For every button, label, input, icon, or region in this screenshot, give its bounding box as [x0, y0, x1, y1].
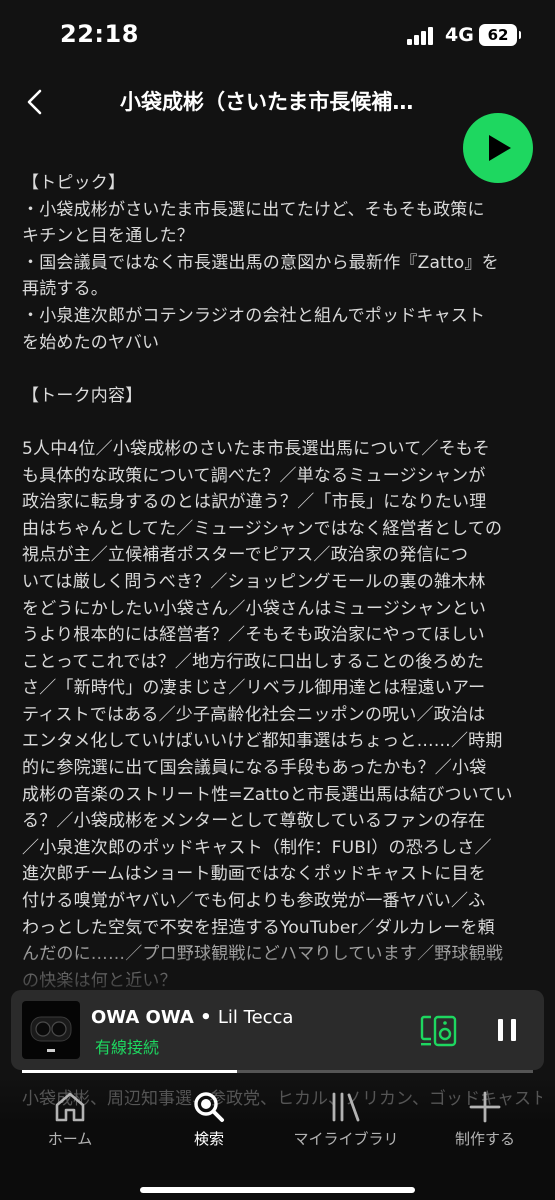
- description-line: いては厳しく問うべき？／ショッピングモールの裏の雑木林: [22, 571, 486, 592]
- nav-create-label: 制作する: [454, 1130, 515, 1148]
- back-button[interactable]: [22, 86, 52, 118]
- description-line: キチンと目を通した？: [22, 226, 194, 247]
- page-title: 小袋成彬（さいたま市長候補…: [120, 90, 414, 114]
- description-line: 由はちゃんとしてた／ミュージシャンではなく経営者としての: [22, 518, 503, 539]
- description-line: ティストではある／少子高齢化社会ニッポンの呪い／政治は: [22, 704, 486, 725]
- nav-library[interactable]: マイライブラリ: [288, 1090, 404, 1149]
- nav-create[interactable]: 制作する: [449, 1090, 521, 1149]
- pause-button[interactable]: [492, 1015, 522, 1045]
- description-line: を始めたのヤバい: [22, 332, 160, 353]
- home-icon: [55, 1092, 85, 1122]
- nav-search[interactable]: 検索: [177, 1090, 241, 1149]
- playback-progress-bar[interactable]: [22, 1070, 533, 1073]
- connect-device-icon[interactable]: [419, 1014, 459, 1048]
- description-line: 5人中4位／小袋成彬のさいたま市長選出馬について／そもそ: [22, 438, 490, 459]
- description-line: ・小泉進次郎がコテンラジオの会社と組んでポッドキャスト: [22, 305, 486, 326]
- cellular-signal-icon: [407, 27, 435, 45]
- mini-player[interactable]: OWA OWA • Lil Tecca 有線接続: [11, 990, 544, 1070]
- nav-search-label: 検索: [193, 1130, 224, 1148]
- description-line: 的に参院選に出て国会議員になる手段もあったかも？／小袋: [22, 758, 487, 779]
- search-icon: [194, 1092, 224, 1122]
- description-line: 再読する。: [22, 279, 108, 300]
- description-line: ／小泉進次郎のポッドキャスト（制作：FUBI）の恐ろしさ／: [22, 837, 492, 858]
- pause-icon-bar: [511, 1019, 516, 1041]
- play-icon: [489, 135, 511, 161]
- description-line: 【トピック】: [22, 173, 126, 193]
- description-line: をどうにかしたい小袋さん／小袋さんはミュージシャンとい: [22, 598, 487, 619]
- track-artist: Lil Tecca: [217, 1007, 294, 1028]
- track-name: OWA OWA: [91, 1007, 194, 1028]
- nav-library-label: マイライブラリ: [293, 1130, 399, 1148]
- track-separator: •: [193, 1007, 218, 1028]
- description-line: る？／小袋成彬をメンターとして尊敬しているファンの存在: [22, 811, 486, 832]
- description-line: [22, 409, 532, 436]
- chevron-left-icon: [27, 89, 42, 115]
- description-line: ・小袋成彬がさいたま市長選に出てたけど、そもそも政策に: [22, 199, 485, 220]
- description-line: うより根本的には経営者？／そもそも政治家にやってほしい: [22, 625, 485, 646]
- description-line: ことってこれでは？／地方行政に口出しすることの後ろめた: [22, 651, 485, 672]
- library-icon: [332, 1092, 360, 1122]
- description-line: 視点が主／立候補者ポスターでピアス／政治家の発信につ: [22, 545, 469, 566]
- nav-home[interactable]: ホーム: [38, 1090, 102, 1149]
- connection-label: 有線接続: [95, 1038, 160, 1057]
- playback-progress-fill: [22, 1070, 237, 1073]
- battery-icon: 62: [479, 24, 521, 46]
- track-title: OWA OWA • Lil Tecca: [91, 1007, 293, 1028]
- top-bar: 小袋成彬（さいたま市長候補…: [0, 80, 555, 124]
- bottom-nav: 小袋成彬、周辺知事選、参政党、ヒカル、ノリカン、ゴッドキャスト ホーム 検索 マ…: [0, 1076, 555, 1200]
- description-line: も具体的な政策について調べた？／単なるミュージシャンが: [22, 465, 486, 486]
- description-line: 【トーク内容】: [22, 385, 143, 406]
- episode-description: 【トピック】・小袋成彬がさいたま市長選に出てたけど、そもそも政策に キチンと目を通…: [22, 170, 532, 1048]
- description-line: 政治家に転身するのとは訳が違う？／「市長」になりたい理: [22, 492, 487, 513]
- description-line: 成彬の音楽のストリート性=Zattoと市長選出馬は結びついてい: [22, 784, 513, 805]
- description-line: さ／「新時代」の凄まじさ／リベラル御用達とは程遠いアー: [22, 678, 486, 699]
- description-line: 付ける嗅覚がヤバい／でも何よりも参政党が一番ヤバい／ふ: [22, 891, 486, 912]
- home-indicator: [140, 1187, 415, 1193]
- pause-icon-bar: [498, 1019, 503, 1041]
- description-line: エンタメ化していけばいいけど都知事選はちょっと……／時期: [22, 731, 503, 752]
- nav-home-label: ホーム: [47, 1130, 93, 1148]
- status-bar: 22:18 4G 62: [0, 0, 555, 70]
- description-line: 進次郎チームはショート動画ではなくポッドキャストに目を: [22, 864, 486, 885]
- album-art[interactable]: [22, 1001, 80, 1059]
- description-line: ・国会議員ではなく市長選出馬の意図から最新作『Zatto』を: [22, 252, 499, 273]
- description-line: [22, 356, 532, 383]
- network-type: 4G: [445, 24, 474, 46]
- plus-icon: [469, 1091, 501, 1123]
- status-time: 22:18: [60, 20, 139, 48]
